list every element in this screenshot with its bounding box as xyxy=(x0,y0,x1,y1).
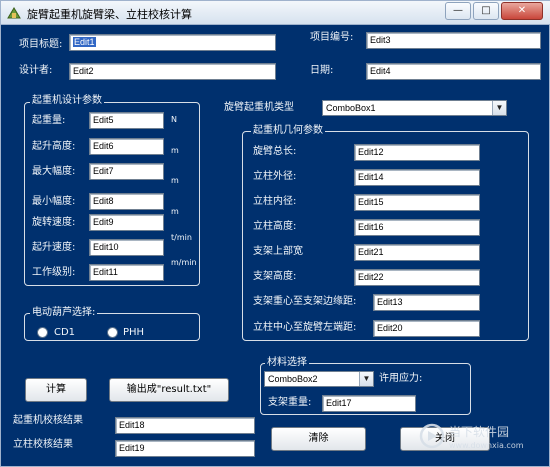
bracket-weight-label: 支架重量: xyxy=(268,397,312,408)
crane-check-output[interactable]: Edit18 xyxy=(115,417,255,434)
allow-stress-label: 许用应力: xyxy=(379,373,423,384)
geometry-param-input[interactable]: Edit14 xyxy=(354,169,480,186)
project-title-label: 项目标题: xyxy=(19,39,63,50)
geometry-param-label: 支架重心至支架边缘距: xyxy=(253,296,357,307)
crane-param-unit: t/min xyxy=(171,233,192,242)
crane-param-unit: m xyxy=(171,146,179,155)
geometry-param-label: 支架上部宽 xyxy=(253,246,303,257)
crane-param-label: 最大幅度: xyxy=(32,166,76,177)
crane-param-label: 旋转速度: xyxy=(32,217,76,228)
watermark-text: 当下软件园 xyxy=(449,425,510,439)
bracket-weight-input[interactable]: Edit17 xyxy=(322,395,416,412)
geometry-param-label: 旋臂总长: xyxy=(253,146,297,157)
client-area: 项目标题: Edit1 项目编号: Edit3 设计者: Edit2 日期: E… xyxy=(5,26,546,463)
geometry-param-input[interactable]: Edit22 xyxy=(354,269,480,286)
crane-param-input[interactable]: Edit5 xyxy=(89,112,164,129)
column-check-label: 立柱校核结果 xyxy=(13,439,73,450)
date-label: 日期: xyxy=(310,65,334,76)
clear-button[interactable]: 清除 xyxy=(271,427,366,451)
calc-button[interactable]: 计算 xyxy=(25,378,87,402)
app-window: 旋臂起重机旋臂梁、立柱校核计算 — □ ✕ 项目标题: Edit1 项目编号: … xyxy=(0,0,550,467)
minimize-icon: — xyxy=(453,5,463,16)
geometry-param-label: 立柱高度: xyxy=(253,221,297,232)
crane-type-combobox[interactable]: ComboBox1 ▼ xyxy=(322,100,507,116)
minimize-button[interactable]: — xyxy=(445,2,471,20)
geometry-param-label: 立柱外径: xyxy=(253,171,297,182)
watermark-logo-icon xyxy=(419,423,445,449)
material-combobox[interactable]: ComboBox2 ▼ xyxy=(264,371,374,387)
designer-label: 设计者: xyxy=(19,65,53,76)
crane-param-unit: m/min xyxy=(171,258,197,267)
geometry-title: 起重机几何参数 xyxy=(251,125,325,137)
crane-param-input[interactable]: Edit6 xyxy=(89,138,164,155)
hoist-phh-label: PHH xyxy=(123,327,145,338)
hoist-title: 电动葫芦选择: xyxy=(30,307,98,319)
close-window-button[interactable]: ✕ xyxy=(501,2,543,20)
project-title-value: Edit1 xyxy=(73,37,96,47)
geometry-param-input[interactable]: Edit15 xyxy=(354,194,480,211)
crane-param-label: 工作级别: xyxy=(32,267,76,278)
project-title-input[interactable]: Edit1 xyxy=(69,34,276,51)
geometry-param-label: 立柱中心至旋臂左端距: xyxy=(253,322,357,333)
crane-params-title: 起重机设计参数 xyxy=(30,95,104,107)
geometry-param-label: 立柱内径: xyxy=(253,196,297,207)
export-result-button[interactable]: 输出成"result.txt" xyxy=(109,378,229,402)
crane-param-input[interactable]: Edit11 xyxy=(89,264,164,281)
hoist-cd1-radio[interactable] xyxy=(37,327,48,338)
maximize-icon: □ xyxy=(481,5,491,16)
designer-input[interactable]: Edit2 xyxy=(69,63,276,80)
crane-param-label: 起升速度: xyxy=(32,242,76,253)
maximize-button[interactable]: □ xyxy=(473,2,499,20)
hoist-phh-radio[interactable] xyxy=(107,327,118,338)
crane-param-input[interactable]: Edit8 xyxy=(89,193,164,210)
close-icon: ✕ xyxy=(517,5,527,16)
watermark: 当下软件园 www.downxia.com xyxy=(419,421,547,466)
geometry-param-input[interactable]: Edit20 xyxy=(373,320,480,337)
crane-type-label: 旋臂起重机类型 xyxy=(224,102,294,113)
crane-type-value: ComboBox1 xyxy=(326,103,376,113)
window-title: 旋臂起重机旋臂梁、立柱校核计算 xyxy=(27,8,192,21)
watermark-url: www.downxia.com xyxy=(449,441,524,450)
crane-param-unit: N xyxy=(171,115,177,124)
geometry-param-input[interactable]: Edit21 xyxy=(354,244,480,261)
material-value: ComboBox2 xyxy=(268,374,318,384)
crane-param-input[interactable]: Edit10 xyxy=(89,239,164,256)
date-input[interactable]: Edit4 xyxy=(366,63,541,80)
geometry-param-input[interactable]: Edit12 xyxy=(354,144,480,161)
geometry-param-input[interactable]: Edit13 xyxy=(373,294,480,311)
title-bar[interactable]: 旋臂起重机旋臂梁、立柱校核计算 — □ ✕ xyxy=(1,1,550,25)
crane-param-label: 起重量: xyxy=(32,115,66,126)
app-icon xyxy=(7,7,21,19)
column-check-output[interactable]: Edit19 xyxy=(115,440,255,457)
crane-param-unit: m xyxy=(171,176,179,185)
material-title: 材料选择 xyxy=(265,357,309,369)
project-no-input[interactable]: Edit3 xyxy=(366,32,541,49)
crane-check-label: 起重机校核结果 xyxy=(13,415,83,426)
crane-param-input[interactable]: Edit9 xyxy=(89,214,164,231)
hoist-cd1-label: CD1 xyxy=(54,327,76,338)
chevron-down-icon[interactable]: ▼ xyxy=(492,101,506,115)
project-no-label: 项目编号: xyxy=(310,32,354,43)
crane-param-input[interactable]: Edit7 xyxy=(89,163,164,180)
crane-param-label: 最小幅度: xyxy=(32,196,76,207)
geometry-param-input[interactable]: Edit16 xyxy=(354,219,480,236)
chevron-down-icon[interactable]: ▼ xyxy=(359,372,373,386)
crane-param-unit: m xyxy=(171,207,179,216)
geometry-param-label: 支架高度: xyxy=(253,271,297,282)
crane-param-label: 起升高度: xyxy=(32,141,76,152)
